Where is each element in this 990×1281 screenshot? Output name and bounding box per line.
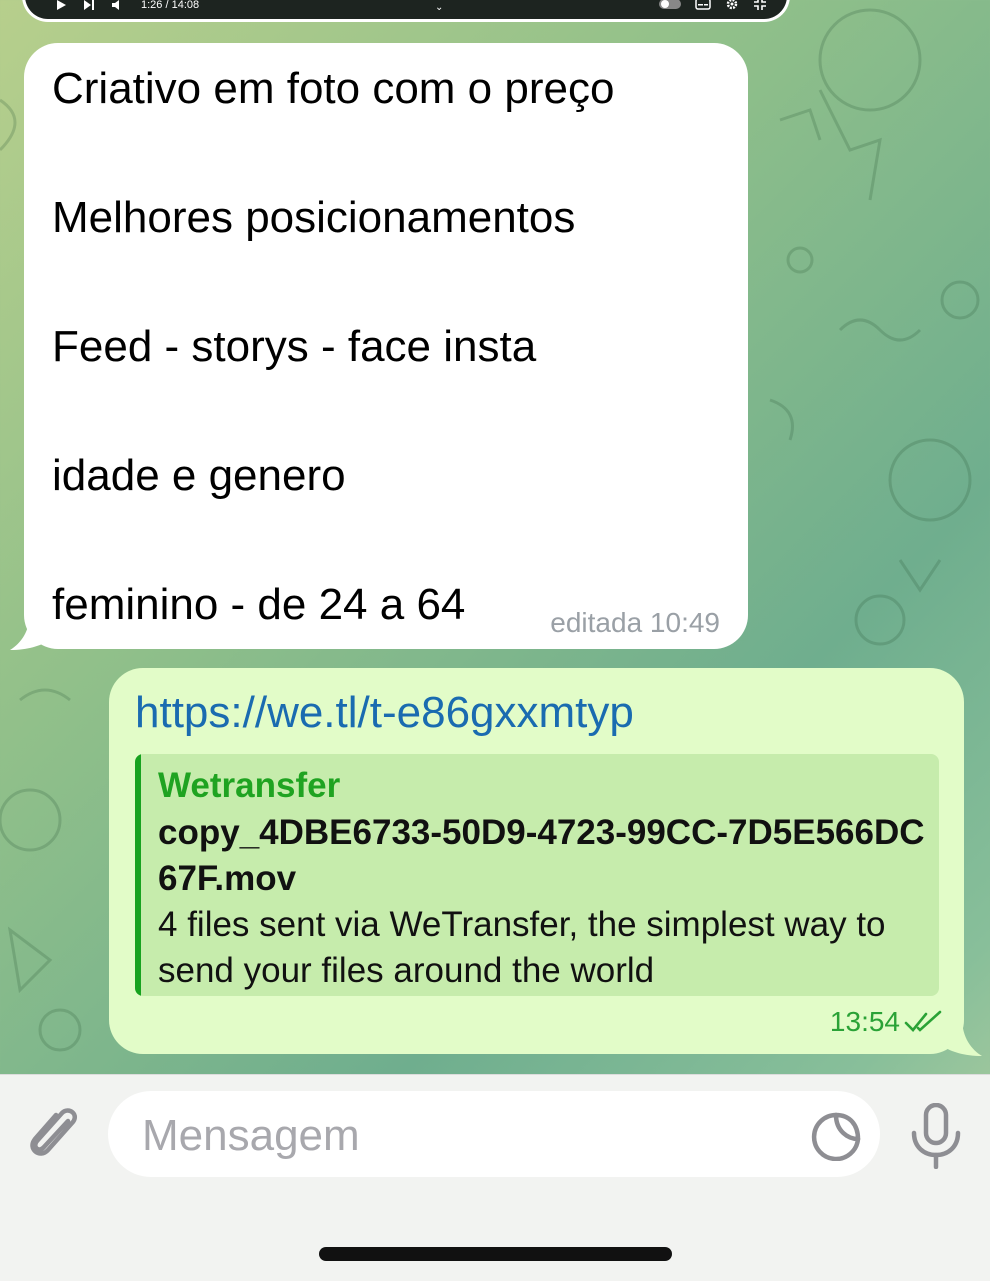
message-line: idade e genero	[52, 451, 346, 500]
message-line: Feed - storys - face insta	[52, 322, 537, 371]
video-controls: 1:26 / 14:08 ⌄	[55, 0, 767, 13]
next-icon[interactable]	[83, 0, 95, 11]
exit-fullscreen-icon[interactable]	[753, 0, 767, 14]
preview-site-name: Wetransfer	[158, 766, 341, 805]
preview-accent-bar	[135, 754, 141, 996]
message-line: Criativo em foto com o preço	[52, 64, 615, 113]
paperclip-icon[interactable]	[24, 1103, 84, 1167]
message-status: 13:54	[830, 1006, 944, 1038]
message-input[interactable]: Mensagem	[108, 1091, 880, 1177]
preview-title: copy_4DBE6733-50D9-4723-99CC-7D5E566DC67…	[158, 813, 925, 898]
subtitles-icon[interactable]	[695, 0, 711, 13]
home-indicator	[319, 1247, 672, 1261]
toggle-icon[interactable]	[659, 0, 681, 12]
message-line: feminino - de 24 a 64	[52, 580, 466, 629]
microphone-icon[interactable]	[906, 1103, 966, 1169]
message-composer: Mensagem	[0, 1074, 990, 1281]
outgoing-message-bubble[interactable]: https://we.tl/t-e86gxxmtyp Wetransfer co…	[109, 668, 964, 1054]
message-timestamp: 13:54	[829, 1006, 900, 1037]
settings-icon[interactable]	[725, 0, 739, 14]
play-icon[interactable]	[55, 0, 67, 11]
chevron-down-icon[interactable]: ⌄	[435, 2, 443, 13]
message-edited-timestamp: editada 10:49	[550, 607, 720, 638]
message-line: Melhores posicionamentos	[52, 193, 576, 242]
video-player-bubble[interactable]: 1:26 / 14:08 ⌄	[22, 0, 790, 22]
message-link[interactable]: https://we.tl/t-e86gxxmtyp	[135, 688, 634, 738]
video-time: 1:26 / 14:08	[141, 0, 200, 11]
volume-icon[interactable]	[111, 0, 123, 11]
link-preview-card[interactable]: Wetransfer copy_4DBE6733-50D9-4723-99CC-…	[135, 754, 939, 996]
incoming-message-bubble[interactable]: Criativo em foto com o preço Melhores po…	[24, 43, 748, 649]
sticker-icon[interactable]	[810, 1111, 862, 1161]
message-input-placeholder: Mensagem	[142, 1111, 360, 1160]
double-check-icon	[904, 1010, 942, 1032]
preview-description: 4 files sent via WeTransfer, the simples…	[158, 905, 886, 990]
